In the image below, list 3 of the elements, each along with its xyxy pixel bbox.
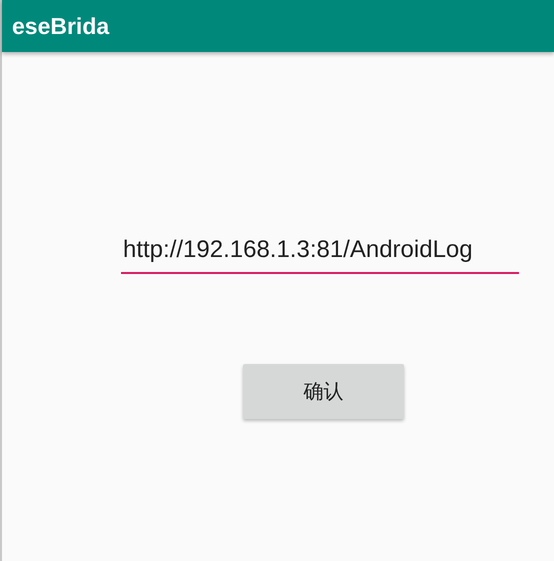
url-field[interactable]: http://192.168.1.3:81/AndroidLog xyxy=(121,236,519,274)
app-title: eseBrida xyxy=(12,12,110,40)
confirm-button[interactable]: 确认 xyxy=(243,364,404,419)
